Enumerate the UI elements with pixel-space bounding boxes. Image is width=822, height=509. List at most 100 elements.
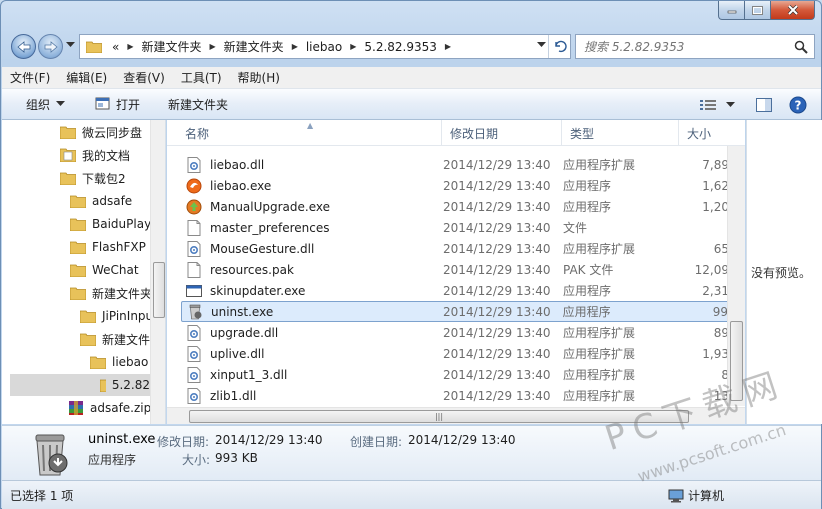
file-date: 2014/12/29 13:40 bbox=[443, 220, 551, 235]
column-header-name[interactable]: 名称 bbox=[177, 120, 442, 146]
file-row[interactable]: liebao.dll 2014/12/29 13:40 应用程序扩展 7,89 bbox=[181, 154, 729, 175]
breadcrumb-separator-icon[interactable]: ▶ bbox=[290, 42, 300, 51]
search-box[interactable] bbox=[575, 34, 815, 59]
file-name: zlib1.dll bbox=[210, 388, 257, 403]
menu-view[interactable]: 查看(V) bbox=[115, 69, 173, 86]
file-size: 1,93 bbox=[702, 346, 729, 361]
tree-item[interactable]: BaiduPlaye bbox=[70, 213, 159, 235]
breadcrumb-separator-icon[interactable]: ▶ bbox=[348, 42, 358, 51]
maximize-button[interactable] bbox=[745, 1, 771, 20]
address-bar[interactable]: « ▶ 新建文件夹 ▶ 新建文件夹 ▶ liebao ▶ 5.2.82.9353… bbox=[79, 34, 571, 59]
tree-item[interactable]: JiPinInpu bbox=[80, 305, 153, 327]
menu-edit[interactable]: 编辑(E) bbox=[58, 69, 115, 86]
file-row[interactable]: uplive.dll 2014/12/29 13:40 应用程序扩展 1,93 bbox=[181, 343, 729, 364]
status-bar: 已选择 1 项 计算机 bbox=[2, 480, 821, 509]
open-icon bbox=[95, 97, 110, 110]
column-header-label: 修改日期 bbox=[450, 126, 499, 141]
view-controls: ? bbox=[695, 89, 821, 120]
tree-item[interactable]: liebao bbox=[90, 351, 148, 373]
file-row[interactable]: skinupdater.exe 2014/12/29 13:40 应用程序 2,31 bbox=[181, 280, 729, 301]
menu-file[interactable]: 文件(F) bbox=[2, 69, 58, 86]
explorer-window: « ▶ 新建文件夹 ▶ 新建文件夹 ▶ liebao ▶ 5.2.82.9353… bbox=[0, 0, 822, 509]
column-header-date[interactable]: 修改日期 bbox=[442, 120, 562, 146]
dll-icon bbox=[186, 366, 202, 383]
file-name: liebao.dll bbox=[210, 157, 265, 172]
file-date: 2014/12/29 13:40 bbox=[443, 388, 551, 403]
new-folder-button[interactable]: 新建文件夹 bbox=[158, 92, 238, 117]
column-header-type[interactable]: 类型 bbox=[562, 120, 679, 146]
command-bar: 组织 打开 新建文件夹 ? bbox=[2, 89, 821, 120]
chevron-down-icon bbox=[725, 101, 735, 107]
file-name-cell: master_preferences bbox=[181, 219, 443, 236]
file-name: uplive.dll bbox=[210, 346, 265, 361]
created-date-label: 创建日期: bbox=[350, 435, 403, 449]
tree-item[interactable]: WeChat bbox=[70, 259, 139, 281]
tree-item[interactable]: FlashFXP bbox=[70, 236, 146, 258]
help-button[interactable]: ? bbox=[785, 93, 811, 117]
dll-icon bbox=[186, 387, 202, 404]
view-options-button[interactable] bbox=[695, 93, 721, 117]
navigation-pane: 微云同步盘 我的文档 下载包2 adsafe BaiduPlaye FlashF… bbox=[2, 120, 166, 424]
breadcrumb-item[interactable]: 新建文件夹 bbox=[218, 38, 290, 55]
search-input[interactable] bbox=[584, 39, 784, 54]
file-date: 2014/12/29 13:40 bbox=[443, 325, 551, 340]
file-name-cell: skinupdater.exe bbox=[181, 283, 443, 299]
tree-item[interactable]: 新建文件夹 bbox=[70, 282, 152, 304]
breadcrumb-separator-icon[interactable]: ▶ bbox=[443, 42, 453, 51]
tree-item[interactable]: adsafe.zip bbox=[68, 397, 151, 419]
address-history-dropdown-icon[interactable] bbox=[537, 42, 546, 48]
file-size: 99 bbox=[712, 304, 728, 319]
breadcrumb-separator-icon[interactable]: ▶ bbox=[208, 42, 218, 51]
tree-item[interactable]: 微云同步盘 bbox=[60, 121, 142, 143]
refresh-button[interactable] bbox=[548, 35, 570, 58]
close-button[interactable] bbox=[771, 1, 815, 20]
minimize-button[interactable] bbox=[718, 1, 745, 20]
organize-button[interactable]: 组织 bbox=[2, 92, 75, 117]
file-row[interactable]: resources.pak 2014/12/29 13:40 PAK 文件 12,09 bbox=[181, 259, 729, 280]
tree-item-label: adsafe bbox=[92, 194, 133, 208]
file-row[interactable]: MouseGesture.dll 2014/12/29 13:40 应用程序扩展 65 bbox=[181, 238, 729, 259]
forward-button[interactable] bbox=[38, 34, 63, 59]
file-row[interactable]: ManualUpgrade.exe 2014/12/29 13:40 应用程序 1,2… bbox=[181, 196, 729, 217]
file-type: 文件 bbox=[563, 221, 588, 235]
liebao-app-icon bbox=[186, 178, 202, 194]
breadcrumb-item[interactable]: liebao bbox=[300, 40, 348, 54]
preview-pane-icon bbox=[756, 97, 772, 112]
nav-pane-scrollbar[interactable] bbox=[150, 120, 165, 424]
open-label: 打开 bbox=[116, 97, 141, 112]
tree-item[interactable]: adsafe bbox=[70, 190, 132, 212]
dll-icon bbox=[186, 324, 202, 341]
file-row[interactable]: master_preferences 2014/12/29 13:40 文件 bbox=[181, 217, 729, 238]
file-date: 2014/12/29 13:40 bbox=[443, 262, 551, 277]
archive-icon bbox=[69, 401, 83, 415]
file-icon bbox=[186, 219, 202, 236]
breadcrumb-item-current[interactable]: 5.2.82.9353 bbox=[358, 40, 443, 54]
tree-item-selected[interactable]: 5.2.82 bbox=[10, 374, 150, 396]
tree-item-label: 新建文件夹 bbox=[92, 286, 153, 301]
file-name: uninst.exe bbox=[211, 304, 274, 319]
file-name-cell: liebao.exe bbox=[181, 178, 443, 194]
back-button[interactable] bbox=[11, 34, 36, 59]
file-row[interactable]: xinput1_3.dll 2014/12/29 13:40 应用程序扩展 8 bbox=[181, 364, 729, 385]
file-size: 89 bbox=[713, 325, 729, 340]
size-value: 993 KB bbox=[215, 451, 258, 465]
open-button[interactable]: 打开 bbox=[85, 92, 150, 117]
breadcrumb-overflow[interactable]: « bbox=[106, 40, 125, 54]
view-dropdown-button[interactable] bbox=[721, 93, 739, 117]
preview-pane-button[interactable] bbox=[751, 93, 777, 117]
file-date: 2014/12/29 13:40 bbox=[443, 241, 551, 256]
breadcrumb-item[interactable]: 新建文件夹 bbox=[136, 38, 208, 55]
search-icon[interactable] bbox=[794, 40, 808, 54]
tree-item[interactable]: 下载包2 bbox=[60, 167, 126, 189]
tree-item[interactable]: 我的文档 bbox=[60, 144, 130, 166]
tree-item[interactable]: 新建文件 bbox=[80, 328, 150, 350]
scroll-thumb[interactable] bbox=[153, 262, 165, 318]
recent-pages-dropdown-icon[interactable] bbox=[66, 42, 75, 48]
file-row[interactable]: liebao.exe 2014/12/29 13:40 应用程序 1,62 bbox=[181, 175, 729, 196]
file-row-selected[interactable]: uninst.exe 2014/12/29 13:40 应用程序 99 bbox=[181, 301, 729, 322]
breadcrumb-separator-icon[interactable]: ▶ bbox=[125, 42, 135, 51]
menu-help[interactable]: 帮助(H) bbox=[230, 69, 288, 86]
menu-tools[interactable]: 工具(T) bbox=[173, 69, 230, 86]
column-header-size[interactable]: 大小 bbox=[679, 120, 739, 146]
file-row[interactable]: upgrade.dll 2014/12/29 13:40 应用程序扩展 89 bbox=[181, 322, 729, 343]
